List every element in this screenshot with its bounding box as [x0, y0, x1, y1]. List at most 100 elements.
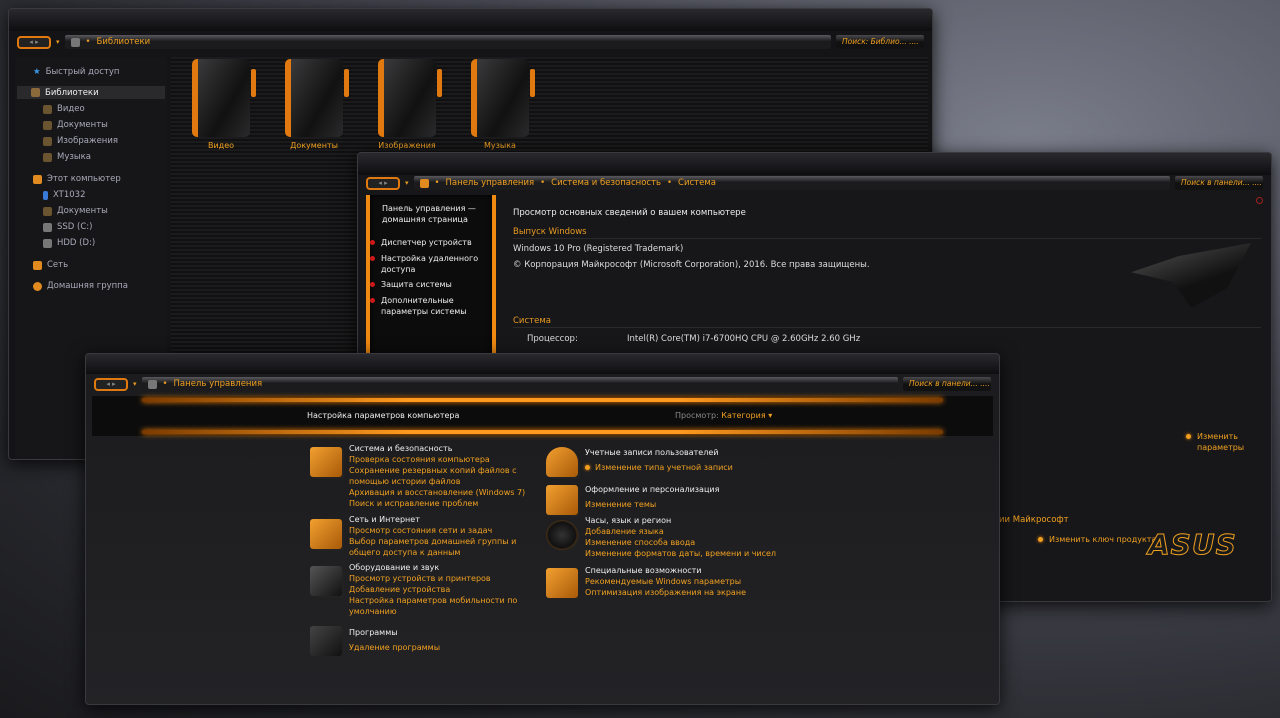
search-input[interactable]: Поиск в панели... .... — [903, 377, 991, 391]
category-link[interactable]: Добавление устройства — [349, 584, 519, 595]
cpu-value: Intel(R) Core(TM) i7-6700HQ CPU @ 2.60GH… — [627, 334, 861, 344]
category-accessibility[interactable]: Специальные возможности — [585, 565, 746, 576]
category-link[interactable]: Сохранение резервных копий файлов с помо… — [349, 465, 549, 487]
category-link[interactable]: Добавление языка — [585, 526, 776, 537]
appearance-icon — [546, 485, 578, 515]
music-library-icon — [471, 59, 535, 137]
back-forward-button[interactable]: ◂ ▸ — [366, 176, 400, 190]
category-link[interactable]: Изменение способа ввода — [585, 537, 776, 548]
sidebar-item-pictures[interactable]: Изображения — [43, 136, 118, 146]
recent-dropdown[interactable]: ▾ — [405, 179, 409, 187]
address-bar[interactable]: • Панель управления • Система и безопасност… — [413, 176, 1170, 190]
category-user-accounts[interactable]: Учетные записи пользователей — [585, 447, 733, 458]
hardware-sound-icon — [310, 566, 342, 596]
library-documents[interactable]: Документы — [274, 59, 354, 151]
address-bar[interactable]: • Панель управления — [141, 377, 898, 391]
system-security-icon — [310, 447, 342, 477]
task-system-protection[interactable]: Защита системы — [370, 279, 452, 290]
asus-logo: ASUS — [1148, 528, 1237, 562]
library-video[interactable]: Видео — [181, 59, 261, 151]
search-input[interactable]: Поиск: Библио... .... — [836, 35, 924, 49]
change-settings-link[interactable]: Изменить параметры — [1186, 431, 1256, 453]
change-product-key-link[interactable]: Изменить ключ продукта — [1038, 534, 1156, 545]
task-advanced-settings[interactable]: Дополнительные параметры системы — [370, 295, 494, 317]
sidebar-item-libraries[interactable]: Библиотеки — [17, 86, 165, 99]
category-link[interactable]: Архивация и восстановление (Windows 7) — [349, 487, 549, 498]
category-link[interactable]: Удаление программы — [349, 642, 440, 653]
sidebar-item-documents[interactable]: Документы — [43, 120, 108, 130]
category-link[interactable]: Рекомендуемые Windows параметры — [585, 576, 746, 587]
view-by-dropdown[interactable]: Категория ▾ — [721, 411, 772, 420]
documents-folder-icon — [43, 120, 52, 130]
breadcrumb-item[interactable]: Библиотеки — [97, 37, 151, 47]
pictures-library-icon — [378, 59, 442, 137]
category-link[interactable]: Поиск и исправление проблем — [349, 498, 549, 509]
category-appearance[interactable]: Оформление и персонализация — [585, 484, 719, 495]
breadcrumb-item[interactable]: Панель управления — [446, 178, 535, 188]
back-forward-button[interactable]: ◂ ▸ — [94, 377, 128, 391]
category-link[interactable]: Изменение типа учетной записи — [585, 462, 733, 473]
control-panel-icon — [147, 379, 157, 389]
recent-dropdown[interactable]: ▾ — [133, 380, 137, 388]
task-device-manager[interactable]: Диспетчер устройств — [370, 237, 472, 248]
category-programs[interactable]: Программы — [349, 627, 440, 638]
search-input[interactable]: Поиск в панели... .... — [1175, 176, 1263, 190]
sidebar-item-network[interactable]: Сеть — [33, 260, 68, 270]
cpu-label: Процессор: — [527, 334, 578, 344]
sidebar-item-this-pc[interactable]: Этот компьютер — [33, 174, 121, 184]
category-system-security[interactable]: Система и безопасность — [349, 443, 549, 454]
category-hardware-sound[interactable]: Оборудование и звук — [349, 562, 519, 573]
star-icon: ★ — [33, 67, 41, 77]
sidebar-item-homegroup[interactable]: Домашняя группа — [33, 281, 128, 291]
title-bar[interactable] — [9, 9, 932, 31]
user-accounts-icon — [546, 447, 578, 477]
sidebar-item-hdd[interactable]: HDD (D:) — [43, 238, 95, 248]
category-link[interactable]: Изменение форматов даты, времени и чисел — [585, 548, 776, 559]
title-bar[interactable] — [358, 153, 1271, 175]
category-link[interactable]: Выбор параметров домашней группы и общег… — [349, 536, 539, 558]
computer-icon — [33, 174, 42, 184]
breadcrumb-item[interactable]: Система — [678, 178, 716, 188]
control-panel-home-link[interactable]: Панель управления — домашняя страница — [382, 203, 492, 225]
category-network-internet[interactable]: Сеть и Интернет — [349, 514, 539, 525]
video-folder-icon — [43, 104, 52, 114]
accessibility-icon — [546, 568, 578, 598]
pictures-folder-icon — [43, 136, 52, 146]
system-header: Система — [513, 316, 1261, 328]
breadcrumb-item[interactable]: Панель управления — [174, 379, 263, 389]
bottom-glow-bar — [142, 430, 943, 434]
category-link[interactable]: Изменение темы — [585, 499, 719, 510]
homegroup-icon — [33, 281, 42, 291]
sidebar-item-music[interactable]: Музыка — [43, 152, 91, 162]
clock-region-icon — [546, 520, 578, 550]
library-music[interactable]: Музыка — [460, 59, 540, 151]
sidebar-item-phone[interactable]: XT1032 — [43, 190, 86, 200]
category-link[interactable]: Настройка параметров мобильности по умол… — [349, 595, 519, 617]
task-remote-settings[interactable]: Настройка удаленного доступа — [370, 253, 490, 275]
breadcrumb-item[interactable]: Система и безопасность — [551, 178, 661, 188]
recent-dropdown[interactable]: ▾ — [56, 38, 60, 46]
help-icon[interactable] — [1256, 197, 1263, 204]
library-icon — [70, 37, 80, 47]
sidebar-item-pc-documents[interactable]: Документы — [43, 206, 108, 216]
category-link[interactable]: Проверка состояния компьютера — [349, 454, 549, 465]
category-link[interactable]: Просмотр состояния сети и задач — [349, 525, 539, 536]
category-link[interactable]: Оптимизация изображения на экране — [585, 587, 746, 598]
documents-folder-icon — [43, 206, 52, 216]
sidebar-item-video[interactable]: Видео — [43, 104, 85, 114]
drive-icon — [43, 238, 52, 248]
header-band: Настройка параметров компьютера Просмотр… — [92, 396, 993, 436]
address-bar[interactable]: • Библиотеки — [64, 35, 831, 49]
sidebar-item-quick-access[interactable]: ★ Быстрый доступ — [33, 67, 119, 77]
category-clock-region[interactable]: Часы, язык и регион — [585, 515, 776, 526]
back-forward-button[interactable]: ◂ ▸ — [17, 35, 51, 49]
view-label: Просмотр: — [675, 411, 719, 420]
title-bar[interactable] — [86, 354, 999, 374]
video-library-icon — [192, 59, 256, 137]
page-title: Просмотр основных сведений о вашем компь… — [513, 208, 746, 218]
control-panel-window: ◂ ▸ ▾ • Панель управления Поиск в панели.… — [85, 353, 1000, 705]
edition-value: Windows 10 Pro (Registered Trademark) — [513, 244, 684, 254]
sidebar-item-ssd[interactable]: SSD (C:) — [43, 222, 92, 232]
library-pictures[interactable]: Изображения — [367, 59, 447, 151]
category-link[interactable]: Просмотр устройств и принтеров — [349, 573, 519, 584]
